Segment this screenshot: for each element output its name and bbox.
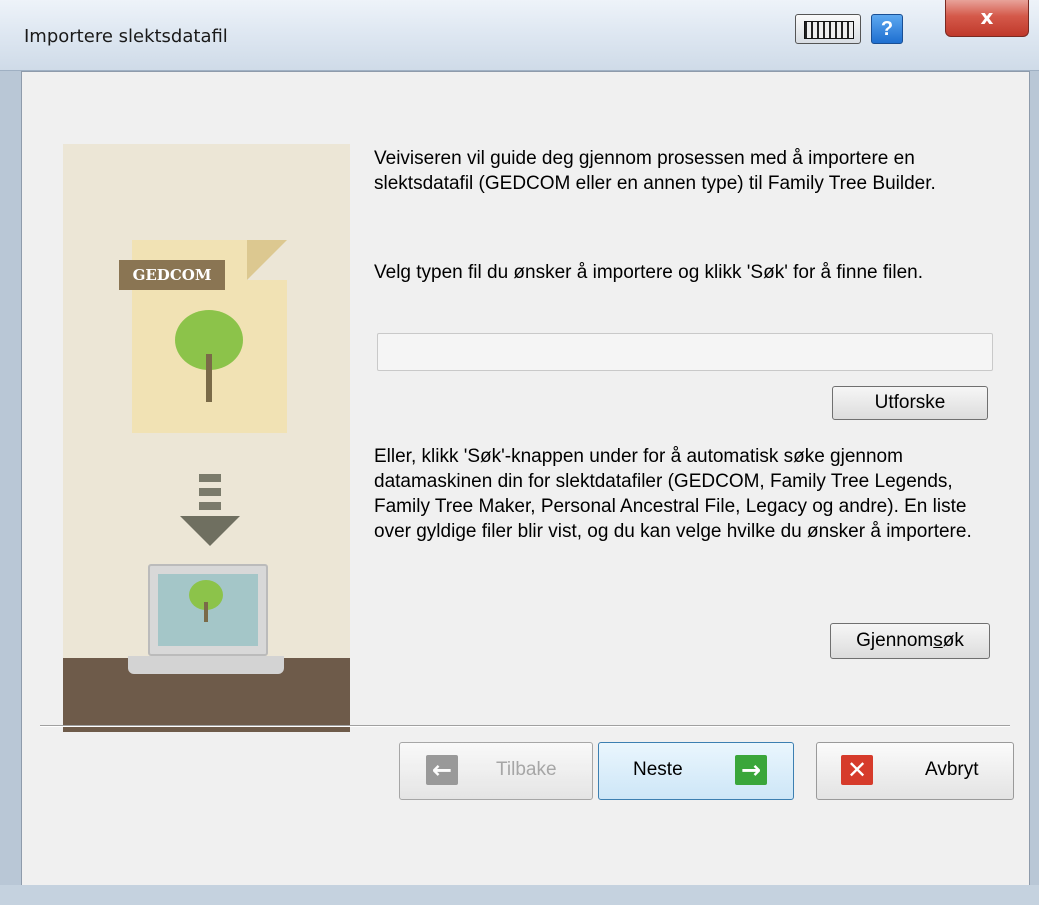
next-label: Neste: [633, 759, 683, 780]
close-button[interactable]: x: [945, 0, 1029, 37]
help-icon[interactable]: ?: [871, 14, 903, 44]
scan-button[interactable]: Gjennomsøk: [830, 623, 990, 659]
dialog-title: Importere slektsdatafil: [24, 26, 228, 47]
title-bar: Importere slektsdatafil ? x: [0, 0, 1039, 71]
scan-label-suffix: øk: [942, 630, 964, 651]
back-button[interactable]: ← Tilbake: [399, 742, 593, 800]
import-dialog: Importere slektsdatafil ? x GEDCOM Veivi…: [0, 0, 1039, 905]
dialog-body: GEDCOM Veiviseren vil guide deg gjennom …: [21, 71, 1030, 886]
close-icon: ✕: [841, 755, 873, 785]
browse-button[interactable]: Utforske: [832, 386, 988, 420]
arrow-left-icon: ←: [426, 755, 458, 785]
footer-separator: [40, 725, 1010, 727]
scan-label-prefix: Gjennom: [856, 630, 934, 651]
file-path-input[interactable]: [377, 333, 993, 371]
intro-text: Veiviseren vil guide deg gjennom prosess…: [374, 148, 936, 194]
arrow-right-icon: →: [735, 755, 767, 785]
search-text: Eller, klikk 'Søk'-knappen under for å a…: [374, 446, 972, 542]
arrow-down-icon: [199, 474, 221, 482]
window-bottom-edge: [0, 885, 1039, 905]
cancel-button[interactable]: ✕ Avbryt: [816, 742, 1014, 800]
keyboard-icon[interactable]: [795, 14, 861, 44]
import-illustration: GEDCOM: [63, 144, 350, 732]
scan-label-mnemonic: s: [933, 630, 943, 651]
laptop-icon: [148, 564, 268, 656]
next-button[interactable]: Neste →: [598, 742, 794, 800]
cancel-label: Avbryt: [925, 759, 979, 780]
choose-text: Velg typen fil du ønsker å importere og …: [374, 262, 924, 283]
back-label: Tilbake: [496, 759, 557, 780]
gedcom-label: GEDCOM: [119, 260, 225, 290]
